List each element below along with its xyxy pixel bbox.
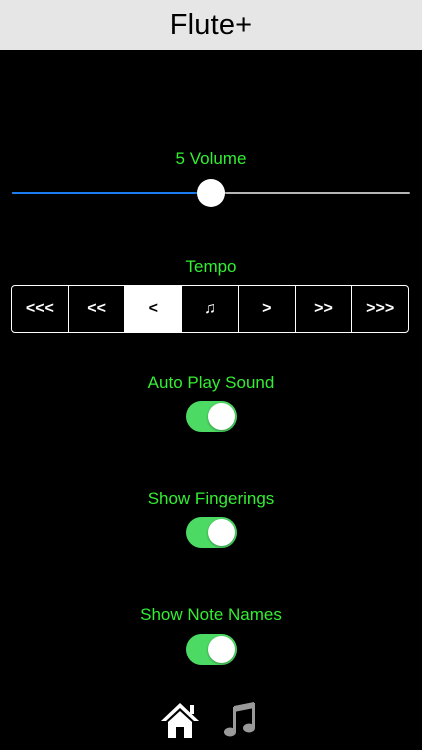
tempo-slow-button[interactable]: < bbox=[125, 286, 183, 332]
music-note-icon bbox=[224, 702, 255, 737]
show-note-names-label: Show Note Names bbox=[140, 605, 282, 624]
tempo-label: Tempo bbox=[185, 257, 237, 276]
tempo-fast-button[interactable]: > bbox=[239, 286, 296, 332]
slider-thumb[interactable] bbox=[197, 179, 225, 207]
show-fingerings-label: Show Fingerings bbox=[147, 489, 275, 508]
show-fingerings-toggle[interactable] bbox=[186, 517, 237, 548]
tab-home[interactable] bbox=[158, 698, 202, 742]
app-title: Flute+ bbox=[169, 8, 253, 41]
tempo-faster-button[interactable]: >> bbox=[296, 286, 353, 332]
tempo-normal-button[interactable]: ♫ bbox=[182, 286, 239, 332]
volume-label: 5 Volume bbox=[175, 149, 247, 168]
slider-fill bbox=[12, 192, 211, 194]
toggle-knob bbox=[208, 519, 235, 546]
auto-play-sound-label: Auto Play Sound bbox=[147, 373, 275, 392]
show-note-names-toggle[interactable] bbox=[186, 634, 237, 665]
auto-play-sound-toggle[interactable] bbox=[186, 401, 237, 432]
home-icon bbox=[161, 703, 199, 738]
tempo-fastest-button[interactable]: >>> bbox=[352, 286, 408, 332]
navigation-bar: Flute+ bbox=[0, 0, 422, 50]
tempo-segmented-control: <<< << < ♫ > >> >>> bbox=[11, 285, 409, 333]
tab-music[interactable] bbox=[218, 698, 262, 742]
toggle-knob bbox=[208, 636, 235, 663]
tempo-slowest-button[interactable]: <<< bbox=[12, 286, 69, 332]
toggle-knob bbox=[208, 403, 235, 430]
volume-slider[interactable] bbox=[12, 178, 410, 208]
tempo-slower-button[interactable]: << bbox=[69, 286, 126, 332]
